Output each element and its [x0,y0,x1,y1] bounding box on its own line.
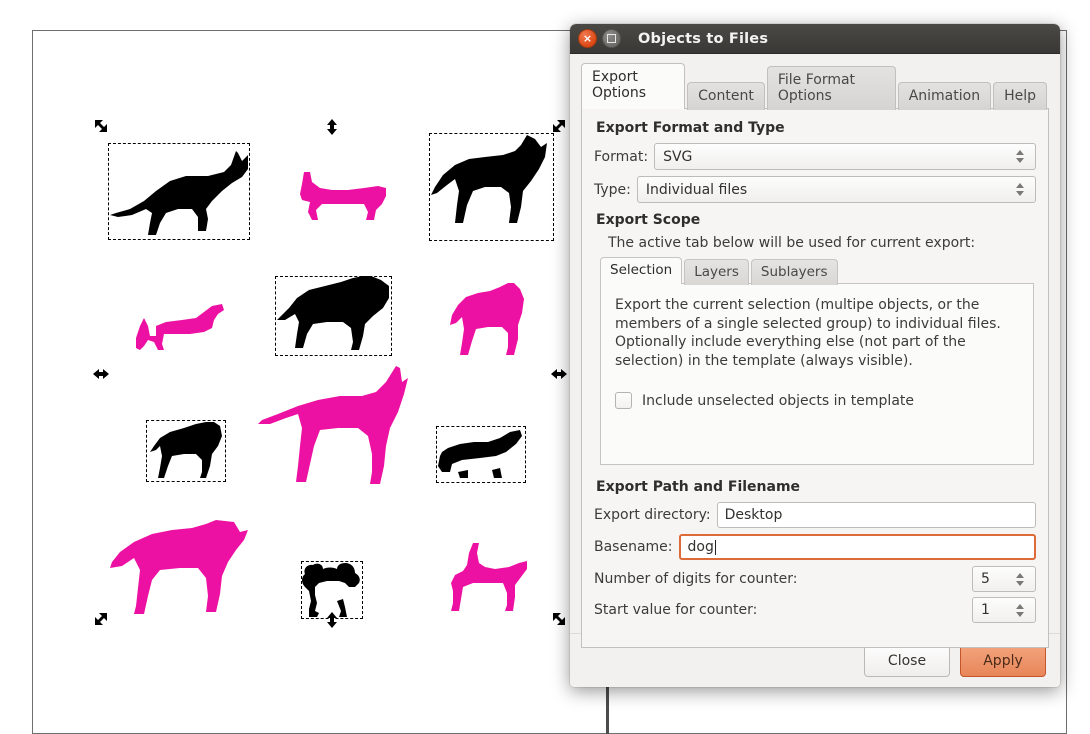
type-select[interactable]: Individual files [636,176,1036,203]
start-counter-value: 1 [981,602,990,618]
apply-button[interactable]: Apply [960,644,1046,677]
close-button[interactable]: Close [864,644,950,677]
selection-outline [436,426,526,483]
selection-outline [429,133,554,241]
digits-spinner-arrows-icon[interactable] [1009,572,1031,586]
basename-value: dog [687,539,714,555]
handle-scale-sw[interactable] [92,610,110,628]
start-counter-spinner[interactable]: 1 [972,597,1036,623]
handle-scale-ne[interactable] [550,117,568,135]
export-directory-label: Export directory: [594,507,711,523]
dachshund-silhouette [136,304,224,350]
canvas-object-great-dane[interactable] [258,366,408,487]
include-unselected-checkbox[interactable] [615,392,632,410]
export-directory-row: Export directory: Desktop [594,502,1036,528]
handle-scale-nw[interactable] [92,117,110,135]
dialog-title: Objects to Files [638,30,769,47]
include-unselected-checkbox-row[interactable]: Include unselected objects in template [615,392,1019,410]
dialog-tabstrip[interactable]: Export Options Content File Format Optio… [581,63,1049,110]
close-window-icon[interactable]: × [578,29,597,48]
export-scope-hint: The active tab below will be used for cu… [608,235,976,251]
export-format-heading: Export Format and Type [596,120,785,136]
digits-counter-label: Number of digits for counter: [594,571,798,587]
tab-file-format-options[interactable]: File Format Options [766,66,896,110]
handle-scale-n[interactable] [323,118,341,136]
basename-row: Basename: dog [594,534,1036,560]
start-spinner-arrows-icon[interactable] [1009,603,1031,617]
scope-tab-layers[interactable]: Layers [684,259,749,285]
include-unselected-label: Include unselected objects in template [642,392,915,409]
type-row: Type: Individual files [594,176,1036,203]
great-dane-silhouette [258,366,408,484]
format-label: Format: [594,148,649,165]
type-value: Individual files [645,181,748,198]
canvas-object-labrador[interactable] [110,516,248,618]
labrador-silhouette [110,520,248,614]
text-caret [714,539,716,555]
tab-content[interactable]: Content [687,82,765,110]
schnauzer-silhouette [450,283,524,355]
export-path-heading: Export Path and Filename [596,479,801,495]
handle-scale-se[interactable] [550,610,568,628]
tab-animation[interactable]: Animation [897,82,992,110]
scope-tab-sublayers[interactable]: Sublayers [750,259,838,285]
basset-hound-silhouette [300,172,386,220]
selection-outline [146,420,226,482]
canvas-object-beagle[interactable] [449,543,529,614]
canvas-object-basset-hound[interactable] [296,170,388,222]
format-chevron-icon[interactable] [1009,150,1031,163]
format-value: SVG [663,148,693,165]
selection-outline [108,143,250,240]
canvas-object-dachshund[interactable] [134,300,226,352]
export-directory-value: Desktop [724,507,783,523]
canvas-object-schnauzer[interactable] [448,281,526,357]
type-label: Type: [594,181,631,198]
handle-scale-e[interactable] [550,365,568,383]
handle-scale-s[interactable] [323,611,341,629]
dialog-titlebar[interactable]: × Objects to Files [570,24,1060,54]
start-counter-row: Start value for counter: 1 [594,597,1036,623]
digits-counter-value: 5 [981,571,990,587]
type-chevron-icon[interactable] [1009,183,1031,196]
beagle-silhouette [451,543,527,611]
maximize-window-icon[interactable] [602,29,621,48]
export-directory-input[interactable]: Desktop [716,502,1036,528]
objects-to-files-dialog[interactable]: × Objects to Files Export Options Conten… [570,24,1060,687]
scope-tabstrip[interactable]: Selection Layers Sublayers [600,257,1036,285]
basename-label: Basename: [594,539,673,555]
scope-panel: Export the current selection (multipe ob… [600,283,1034,465]
format-row: Format: SVG [594,143,1036,170]
tab-help[interactable]: Help [993,82,1047,110]
scope-tab-selection[interactable]: Selection [600,257,683,284]
tab-export-options[interactable]: Export Options [581,63,686,109]
digits-counter-row: Number of digits for counter: 5 [594,566,1036,592]
basename-input[interactable]: dog [678,534,1036,560]
start-counter-label: Start value for counter: [594,602,758,618]
export-options-panel: Export Format and Type Format: SVG Type:… [581,108,1049,648]
digits-counter-spinner[interactable]: 5 [972,566,1036,592]
scope-description: Export the current selection (multipe ob… [615,297,1001,369]
handle-scale-w[interactable] [92,365,110,383]
export-scope-heading: Export Scope [596,212,701,228]
format-select[interactable]: SVG [654,143,1036,170]
selection-outline [275,276,392,356]
